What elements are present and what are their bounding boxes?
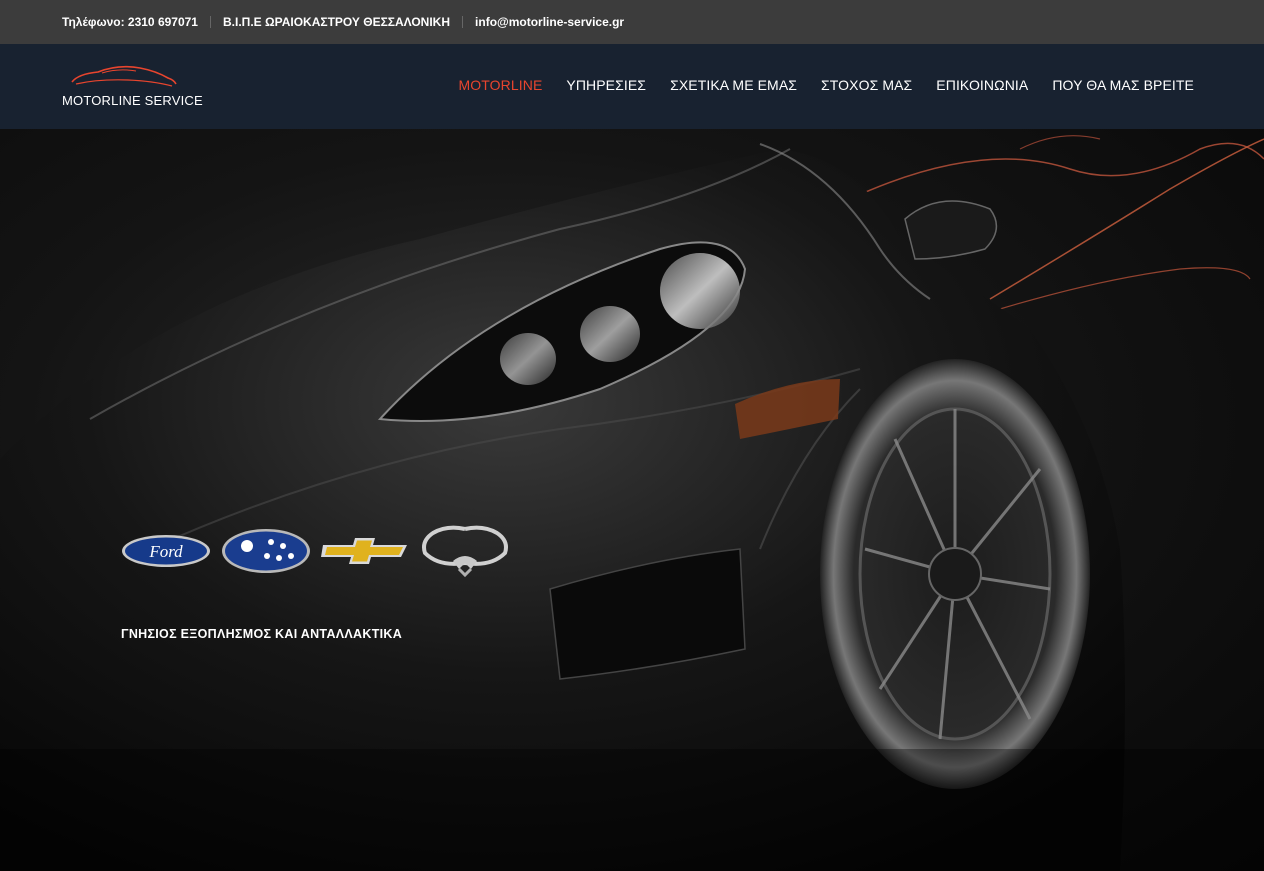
nav-item-about[interactable]: ΣΧΕΤΙΚΑ ΜΕ ΕΜΑΣ: [670, 77, 797, 93]
nav-item-goal[interactable]: ΣΤΟΧΟΣ ΜΑΣ: [821, 77, 912, 93]
brand-logos: Ford: [121, 525, 511, 578]
nav-item-location[interactable]: ΠΟΥ ΘΑ ΜΑΣ ΒΡΕΙΤΕ: [1052, 77, 1194, 93]
site-logo[interactable]: MOTORLINE SERVICE: [62, 62, 203, 114]
car-silhouette-icon: [71, 65, 177, 87]
ford-logo-icon: Ford: [122, 535, 210, 567]
sports-car-image: [0, 135, 1264, 871]
main-navbar: MOTORLINE SERVICE MOTORLINE ΥΠΗΡΕΣΙΕΣ ΣΧ…: [0, 44, 1264, 129]
nav-item-contact[interactable]: ΕΠΙΚΟΙΝΩΝΙΑ: [936, 77, 1028, 93]
hero-tagline: ΓΝΗΣΙΟΣ ΕΞΟΠΛΗΣΜΟΣ ΚΑΙ ΑΝΤΑΛΛΑΚΤΙΚΑ: [121, 627, 403, 641]
address-text: Β.Ι.Π.Ε ΩΡΑΙΟΚΑΣΤΡΟΥ ΘΕΣΣΑΛΟΝΙΚΗ: [222, 15, 451, 29]
top-info-bar: Τηλέφωνο: 2310 697071 Β.Ι.Π.Ε ΩΡΑΙΟΚΑΣΤΡ…: [0, 0, 1264, 44]
phone-text[interactable]: Τηλέφωνο: 2310 697071: [62, 15, 198, 29]
ssangyong-logo-icon: [422, 525, 508, 578]
ford-logo-text: Ford: [148, 542, 183, 561]
divider: [209, 16, 211, 28]
divider: [462, 16, 464, 28]
nav-item-motorline[interactable]: MOTORLINE: [459, 77, 543, 93]
main-menu: MOTORLINE ΥΠΗΡΕΣΙΕΣ ΣΧΕΤΙΚΑ ΜΕ ΕΜΑΣ ΣΤΟΧ…: [459, 77, 1194, 93]
hero-banner: Ford ΓΝΗΣΙΟΣ ΕΞΟΠΛΗΣΜΟΣ ΚΑΙ ΑΝΤΑΛΛΑΚΤΙΚΑ: [0, 129, 1264, 871]
logo-text: MOTORLINE SERVICE: [62, 93, 203, 108]
email-link[interactable]: info@motorline-service.gr: [475, 15, 624, 29]
chevrolet-logo-icon: [321, 538, 407, 564]
nav-item-services[interactable]: ΥΠΗΡΕΣΙΕΣ: [566, 77, 646, 93]
subaru-logo-icon: [222, 529, 310, 573]
